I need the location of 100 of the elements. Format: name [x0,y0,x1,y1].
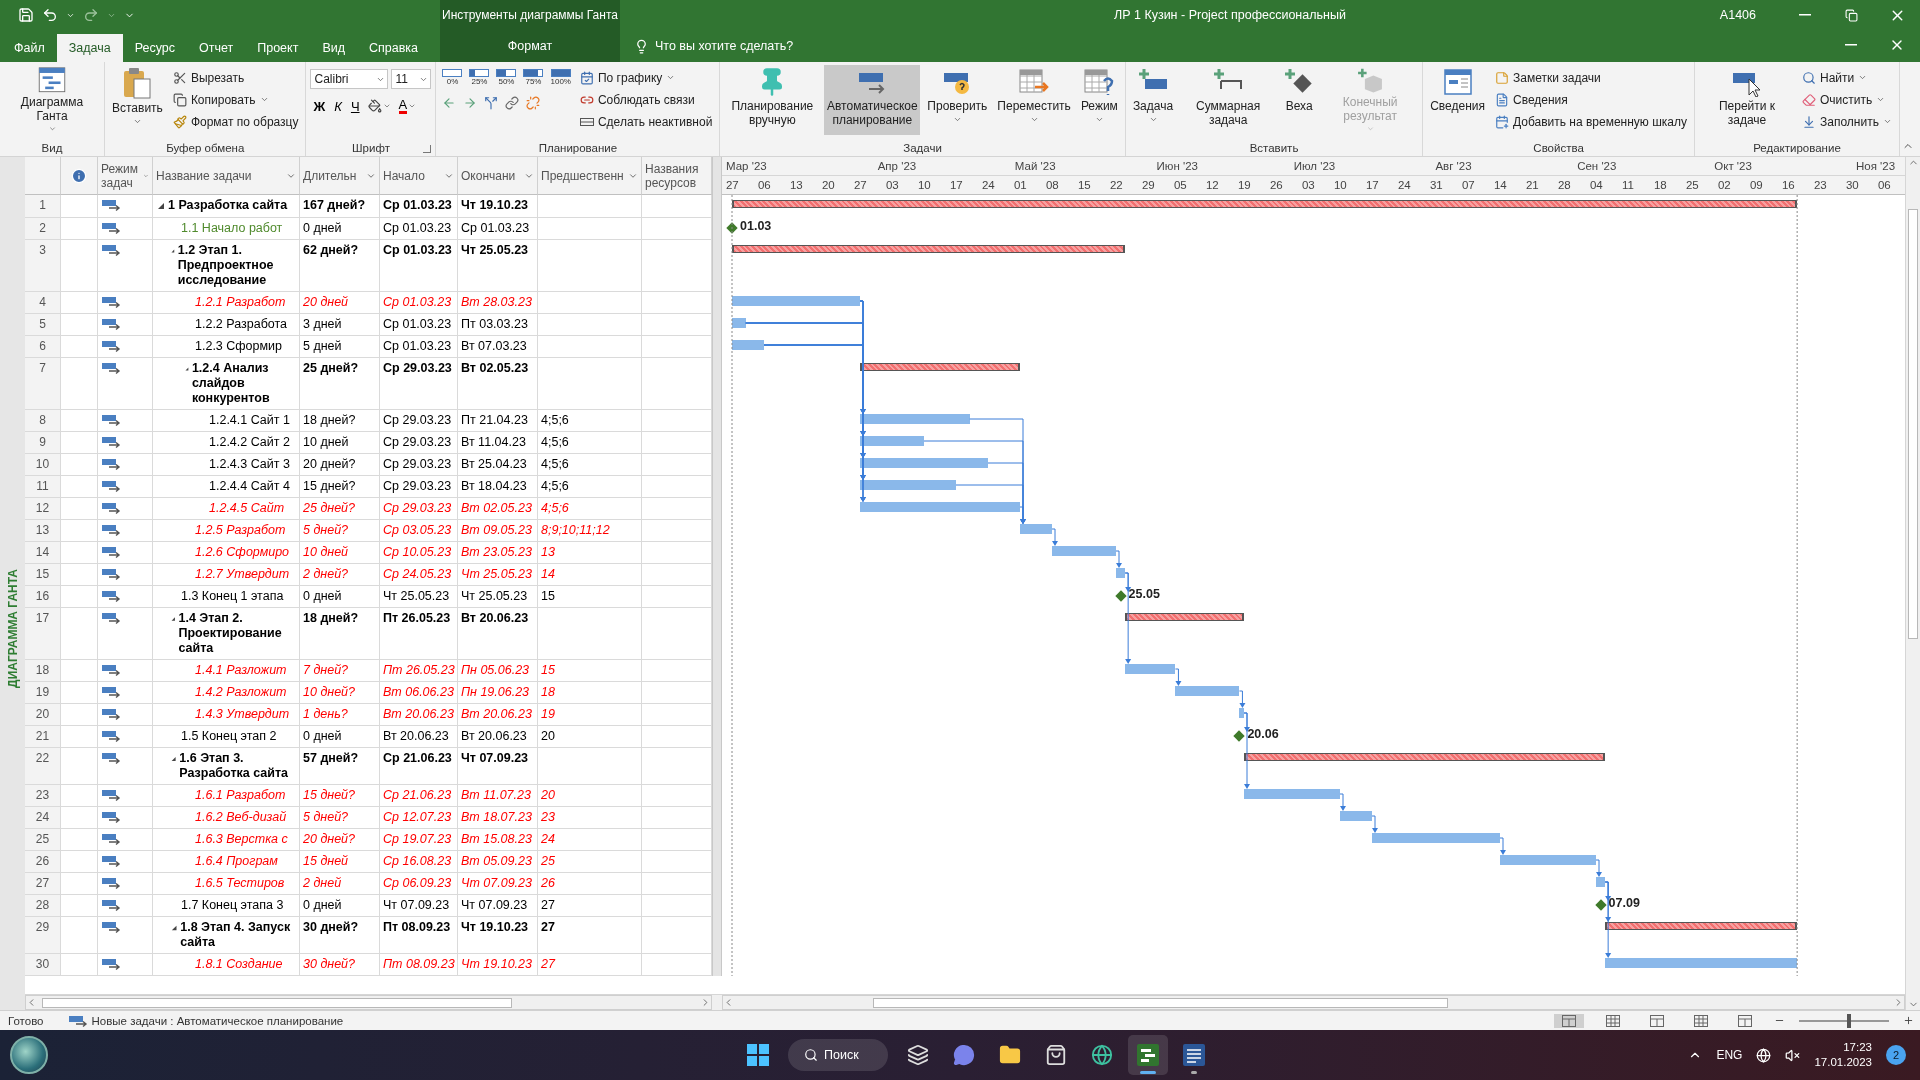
table-cell: 5 дней? [300,807,380,829]
row-number: 10 [25,454,61,476]
table-cell: 18 дней? [300,410,380,432]
ribbon-button[interactable]: Сведения [1491,89,1691,110]
format-button[interactable]: Ж [310,95,329,117]
language-indicator[interactable]: ENG [1716,1048,1743,1062]
tell-me-field[interactable]: Что вы хотите сделать? [653,38,873,54]
search-button[interactable]: Поиск [788,1039,888,1071]
table-cell: 27 [538,954,642,976]
ribbon-button[interactable]: Заметки задачи [1491,67,1691,88]
table-cell: 13 [538,542,642,564]
week-label: 18 [1653,179,1667,191]
status-text: Новые задачи : Автоматическое планирование [91,1014,344,1027]
ribbon-tab[interactable]: Задача [56,34,123,62]
column-header[interactable]: Окончани [458,157,538,195]
table-cell: Вт 06.06.23 [380,682,458,704]
percent-complete-button[interactable]: 0% [440,69,465,86]
ribbon-button[interactable]: По графику [576,67,716,88]
table-cell: Вт 15.08.23 [458,829,538,851]
ribbon-button[interactable]: Веха [1280,65,1319,135]
ribbon-button[interactable]: Найти [1799,67,1895,88]
column-header[interactable]: Режим задач [98,157,153,195]
column-header[interactable]: Название задачи [153,157,300,195]
table-cell: 19 [538,704,642,726]
ribbon-button[interactable]: Перейти к задаче [1699,65,1796,135]
task-name: 1.2.4.4 Сайт 4 [209,479,290,494]
ribbon-tab[interactable]: Файл [2,34,57,62]
table-cell: Ср 10.05.23 [380,542,458,564]
format-button[interactable]: Ч [347,95,363,117]
table-cell: 4;5;6 [538,410,642,432]
table-cell: Вт 18.04.23 [458,476,538,498]
ribbon-button[interactable]: Очистить [1799,89,1895,110]
font-name-field[interactable]: Calibri [310,69,389,89]
percent-complete-button[interactable]: 25% [467,69,492,86]
week-label: 30 [1845,179,1859,191]
week-label: 06 [1877,179,1891,191]
ribbon-button[interactable]: Суммарная задача [1180,65,1277,135]
row-number: 16 [25,586,61,608]
ribbon-button[interactable]: Заполнить [1799,111,1895,132]
task-name: 1.6.1 Разработ [195,788,286,803]
table-cell: Пн 19.06.23 [458,682,538,704]
ribbon-tab[interactable]: Отчет [187,34,246,62]
table-cell: 15 [538,586,642,608]
ribbon-button[interactable]: Планирование вручную [724,65,821,135]
table-cell: 2 дней [300,873,380,895]
ribbon-tab[interactable]: Справка [357,34,431,62]
table-cell: Ср 29.03.23 [380,498,458,520]
ribbon-tab[interactable]: Формат [440,30,620,62]
column-header[interactable]: Предшественн [538,157,642,195]
notification-badge[interactable]: 2 [1886,1045,1906,1065]
group-label: Свойства [1533,141,1584,154]
ribbon-button[interactable]: Копировать [169,89,302,110]
ribbon-button[interactable]: Добавить на временную шкалу [1491,111,1691,132]
table-cell: Ср 29.03.23 [380,410,458,432]
column-header[interactable]: Начало [380,157,458,195]
percent-complete-button[interactable]: 75% [521,69,546,86]
milestone-label: 20.06 [1247,727,1279,741]
table-cell: 23 [538,807,642,829]
ribbon-button[interactable]: Формат по образцу [169,111,302,132]
table-cell: Вт 28.03.23 [458,292,538,314]
ribbon-button[interactable]: Диаграмма Ганта [4,65,100,135]
ribbon-tab[interactable]: Ресурс [122,34,187,62]
month-label: Июл '23 [1293,160,1336,172]
column-header[interactable]: Названия ресурсов [642,157,712,195]
ribbon-button[interactable]: Автоматическое планирование [824,65,921,135]
month-label: Июн '23 [1156,160,1198,172]
ribbon-tab[interactable]: Вид [310,34,358,62]
table-cell: Ср 01.03.23 [380,240,458,292]
format-button[interactable]: А [395,95,420,117]
font-size-field[interactable]: 11 [391,69,432,89]
week-label: 17 [949,179,963,191]
row-number: 5 [25,314,61,336]
ribbon-button[interactable]: Вырезать [169,67,302,88]
task-name: 1.2.4.1 Сайт 1 [209,413,290,428]
table-cell: 4;5;6 [538,498,642,520]
ribbon-button[interactable]: Сведения [1427,65,1488,135]
format-button[interactable]: К [331,95,345,117]
ribbon-button[interactable]: Режим [1077,65,1121,135]
week-label: 16 [1781,179,1795,191]
ribbon-tab[interactable]: Проект [245,34,311,62]
week-label: 01 [1013,179,1027,191]
group-label: Задачи [903,141,942,154]
table-cell: Ср 21.06.23 [380,785,458,807]
row-number: 3 [25,240,61,292]
row-number: 30 [25,954,61,976]
ribbon-button[interactable]: Проверить [924,65,991,135]
ribbon-button[interactable]: Переместить [994,65,1074,135]
group-label: Буфер обмена [166,141,245,154]
table-cell: 20 дней? [300,454,380,476]
table-cell: Пт 26.05.23 [380,608,458,660]
table-cell: 14 [538,564,642,586]
percent-complete-button[interactable]: 50% [494,69,519,86]
row-number: 11 [25,476,61,498]
ribbon-button[interactable]: Вставить [109,65,166,135]
percent-complete-button[interactable]: 100% [548,69,573,86]
ribbon-button[interactable]: Сделать неактивной [576,111,716,132]
table-cell: 15 дней [300,851,380,873]
column-header[interactable]: Длительн [300,157,380,195]
ribbon-button[interactable]: Задача [1129,65,1177,135]
ribbon-button[interactable]: Соблюдать связи [576,89,716,110]
